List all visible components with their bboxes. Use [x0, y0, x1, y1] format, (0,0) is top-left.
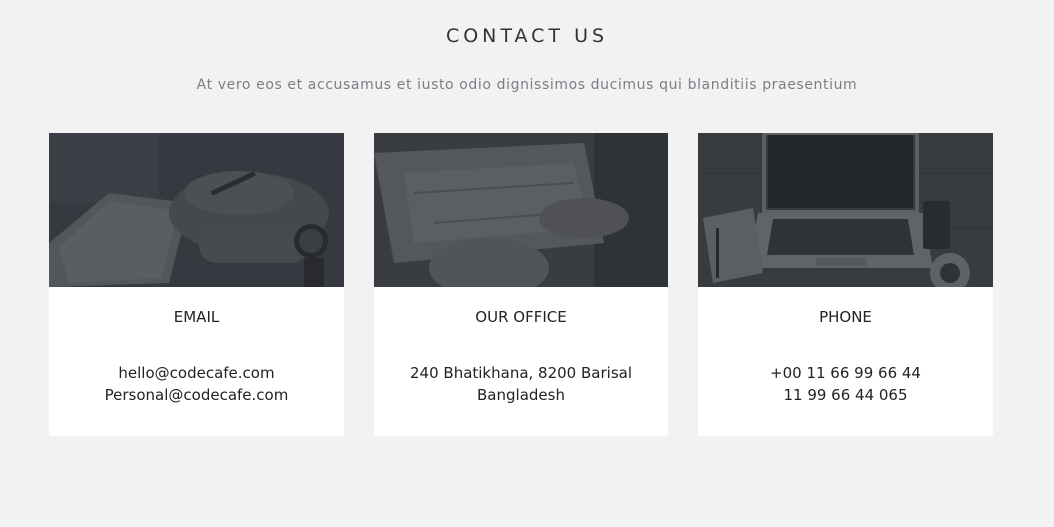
primary-email-link[interactable]: hello@codecafe.com [49, 362, 344, 384]
email-card-image [49, 133, 344, 287]
office-card-image [374, 133, 668, 287]
office-country-line: Bangladesh [477, 386, 565, 404]
office-card-details: 240 Bhatikhana, 8200 Barisal Bangladesh [374, 362, 668, 406]
office-card-title: OUR OFFICE [475, 308, 567, 326]
phone-card-details: +00 11 66 99 66 44 11 99 66 44 065 [698, 362, 993, 406]
personal-email-link[interactable]: Personal@codecafe.com [49, 384, 344, 406]
email-card-details: hello@codecafe.com Personal@codecafe.com [49, 362, 344, 406]
primary-phone-link[interactable]: +00 11 66 99 66 44 [698, 362, 993, 384]
phone-card-title: PHONE [819, 308, 872, 326]
section-subtitle: At vero eos et accusamus et iusto odio d… [196, 77, 858, 93]
email-card: EMAIL hello@codecafe.com Personal@codeca… [49, 133, 344, 436]
section-title: CONTACT US [445, 25, 609, 47]
phone-card: PHONE +00 11 66 99 66 44 11 99 66 44 065 [698, 133, 993, 436]
email-card-title: EMAIL [173, 308, 220, 326]
office-address-line: 240 Bhatikhana, 8200 Barisal [410, 364, 632, 382]
contact-section: CONTACT US At vero eos et accusamus et i… [0, 0, 1054, 527]
secondary-phone-link[interactable]: 11 99 66 44 065 [698, 384, 993, 406]
office-card: OUR OFFICE 240 Bhatikhana, 8200 Barisal … [374, 133, 668, 436]
phone-card-image [698, 133, 993, 287]
